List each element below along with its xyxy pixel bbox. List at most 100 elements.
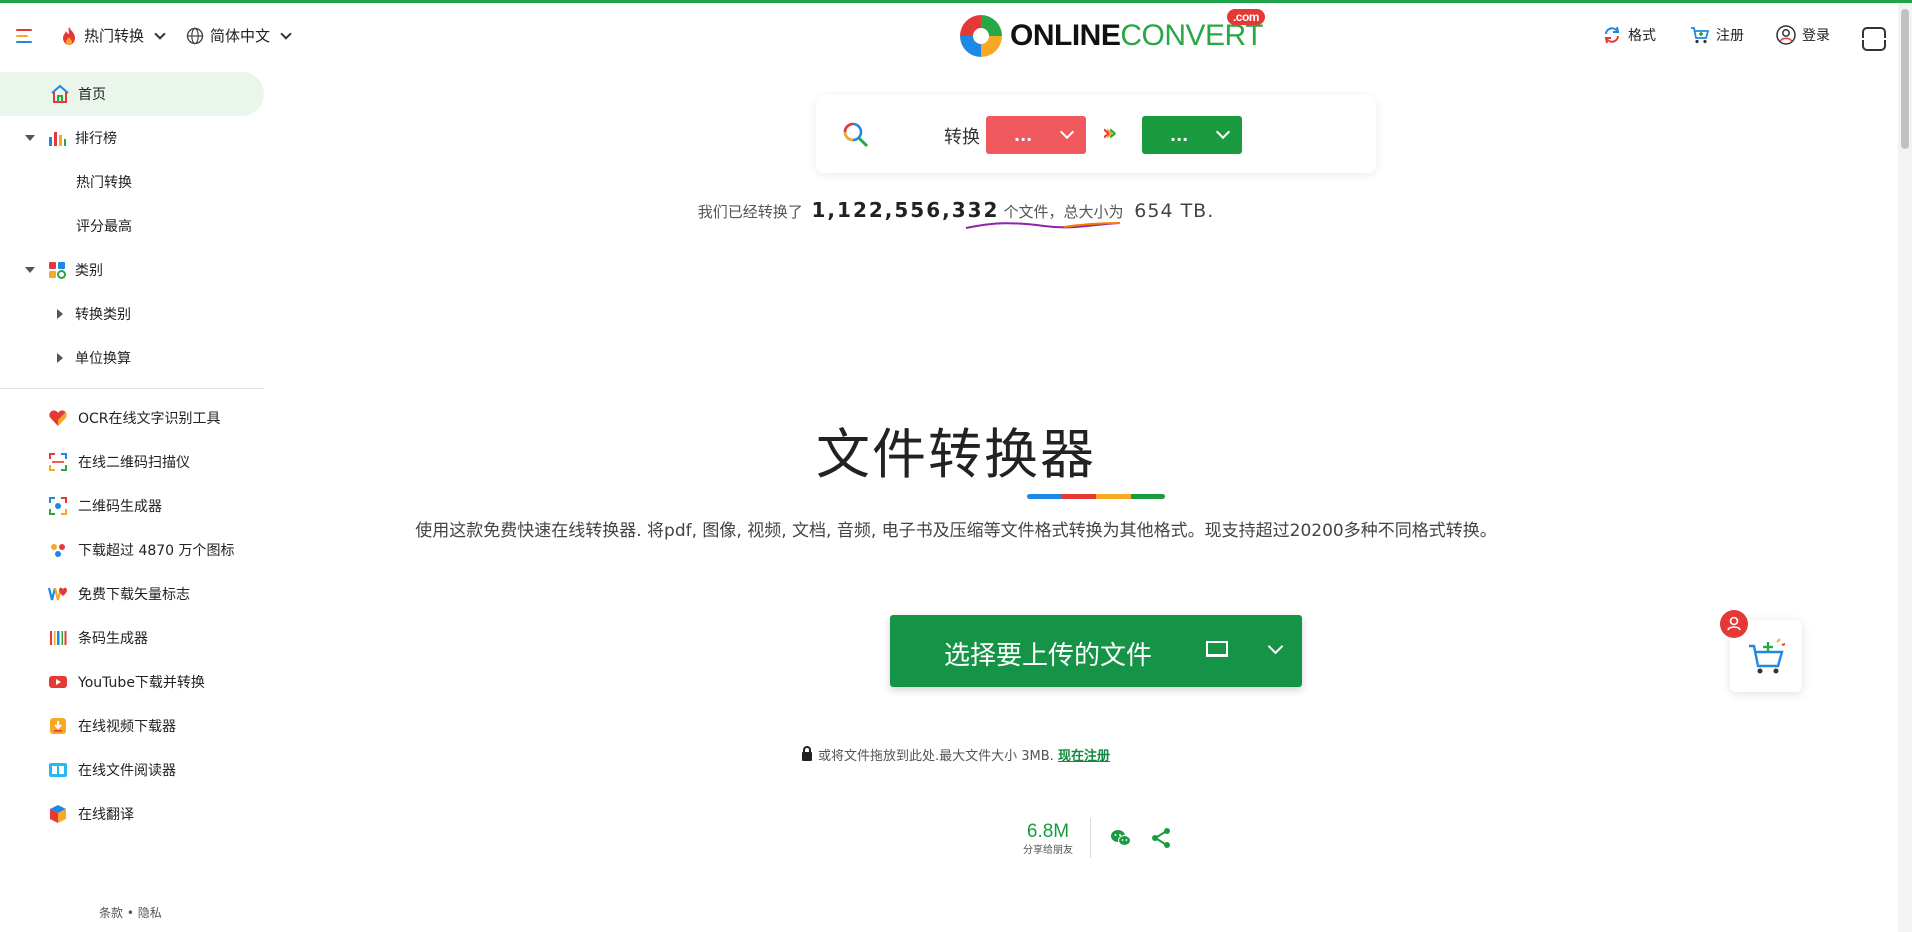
vector-logo-icon [48, 587, 67, 601]
dashboard-icon[interactable] [1860, 27, 1888, 51]
language-dropdown[interactable]: 简体中文 [186, 25, 292, 46]
page-title: 文件转换器 [816, 423, 1096, 486]
sidebar-divider [0, 388, 264, 389]
chevron-down-icon [1215, 124, 1231, 140]
squiggle-underline [965, 222, 1121, 229]
sidebar-item-convert-category[interactable]: 转换类别 [0, 292, 131, 336]
menu-icon[interactable] [16, 29, 34, 43]
site-logo[interactable]: ONLINECONVERT .com [958, 9, 1265, 61]
caret-right-icon [57, 353, 63, 363]
chevron-down-icon[interactable] [1267, 638, 1284, 655]
caret-down-icon [25, 267, 35, 273]
sidebar-tool-label: 下载超过 4870 万个图标 [78, 543, 235, 559]
stats-file-count: 1,122,556,332 [811, 198, 1000, 222]
device-icon[interactable] [1206, 641, 1228, 657]
chevron-down-icon [280, 27, 292, 40]
register-label: 注册 [1716, 28, 1744, 44]
translate-icon [50, 805, 66, 823]
logo-online-text: ONLINE [1010, 19, 1121, 52]
terms-privacy-links[interactable]: 条款 • 隐私 [99, 904, 162, 921]
logo-com-badge: .com [1226, 9, 1265, 25]
sidebar-item-label: 热门转换 [76, 175, 132, 191]
sidebar-tool-translate[interactable]: 在线翻译 [48, 796, 134, 832]
share-count-label: 分享给朋友 [1023, 844, 1073, 856]
sidebar-tool-barcode[interactable]: 条码生成器 [48, 620, 148, 656]
cart-icon [1691, 27, 1710, 44]
sidebar-item-unit-conversion[interactable]: 单位换算 [0, 336, 131, 380]
arrows-icon: ››› [1102, 121, 1117, 146]
cart-icon [1749, 638, 1786, 674]
sidebar-tool-label: 二维码生成器 [78, 499, 162, 515]
drop-note-text: 或将文件拖放到此处.最大文件大小 3MB. [818, 749, 1054, 764]
chevron-down-icon [1059, 124, 1075, 140]
sidebar-item-ranking[interactable]: 排行榜 [0, 116, 117, 160]
upload-file-button[interactable]: 选择要上传的文件 [890, 615, 1302, 687]
sidebar-tool-label: 免费下载矢量标志 [78, 587, 190, 603]
source-format-value: ... [1014, 125, 1033, 145]
sidebar-item-label: 首页 [78, 87, 106, 103]
sidebar-item-category[interactable]: 类别 [0, 248, 103, 292]
stats-middle: 个文件，总大小为 [1003, 203, 1124, 221]
target-format-value: ... [1170, 125, 1189, 145]
sidebar-item-label: 排行榜 [75, 131, 117, 147]
language-label: 简体中文 [210, 27, 271, 45]
target-format-select[interactable]: ... [1142, 116, 1242, 154]
sidebar-tool-label: 在线视频下载器 [78, 719, 176, 735]
sidebar-tool-vector-logos[interactable]: 免费下载矢量标志 [48, 576, 190, 612]
stats-prefix: 我们已经转换了 [697, 203, 803, 221]
user-badge[interactable] [1720, 610, 1748, 638]
logo-mark-icon [960, 15, 1002, 57]
qr-generator-icon [49, 497, 67, 515]
user-avatar-icon [1776, 25, 1796, 45]
sidebar-tool-label: YouTube下载并转换 [78, 675, 205, 691]
sidebar-tool-video-downloader[interactable]: 在线视频下载器 [48, 708, 176, 744]
share-bar: 6.8M 分享给朋友 [1020, 818, 1181, 858]
search-icon[interactable] [842, 121, 870, 149]
formats-label: 格式 [1628, 28, 1656, 44]
formats-link[interactable]: 格式 [1602, 25, 1656, 45]
wechat-icon[interactable] [1109, 826, 1133, 850]
video-download-icon [50, 718, 66, 734]
register-now-link[interactable]: 现在注册 [1058, 749, 1110, 764]
upload-label: 选择要上传的文件 [944, 641, 1153, 671]
chevron-down-icon [154, 27, 166, 40]
youtube-icon [49, 676, 67, 688]
register-link[interactable]: 注册 [1690, 25, 1744, 45]
source-format-select[interactable]: ... [986, 116, 1086, 154]
login-label: 登录 [1802, 28, 1830, 44]
page-description: 使用这款免费快速在线转换器. 将pdf, 图像, 视频, 文档, 音频, 电子书… [415, 521, 1497, 541]
login-link[interactable]: 登录 [1776, 25, 1830, 45]
sidebar-item-label: 转换类别 [75, 307, 131, 323]
share-count-value: 6.8M [1026, 820, 1070, 842]
sidebar-item-label: 单位换算 [75, 351, 131, 367]
home-icon [51, 84, 69, 103]
scrollbar-thumb[interactable] [1901, 9, 1909, 149]
drop-note: 或将文件拖放到此处.最大文件大小 3MB. 现在注册 [0, 745, 1912, 764]
user-icon [1727, 616, 1741, 631]
share-icon[interactable] [1149, 826, 1173, 850]
category-icon [49, 262, 66, 279]
barcode-icon [50, 631, 67, 645]
sidebar-item-home[interactable]: 首页 [0, 72, 264, 116]
convert-label: 转换 [944, 127, 980, 148]
caret-right-icon [57, 309, 63, 319]
sidebar-tool-youtube[interactable]: YouTube下载并转换 [48, 664, 205, 700]
sidebar-tool-label: 在线翻译 [78, 807, 134, 823]
globe-icon [186, 27, 204, 44]
top-header: 热门转换 简体中文 ONLINECONVERT .com 格式 注册 登录 [0, 3, 1912, 67]
hot-convert-label: 热门转换 [84, 27, 145, 45]
sidebar-item-label: 类别 [75, 263, 103, 279]
fire-icon [63, 26, 75, 45]
bar-chart-icon [49, 132, 66, 146]
title-color-bar [1027, 494, 1165, 499]
share-count: 6.8M 分享给朋友 [1020, 821, 1076, 856]
stats-total-size: 654 TB. [1134, 200, 1215, 222]
sidebar-tool-label: 条码生成器 [78, 631, 148, 647]
caret-down-icon [25, 135, 35, 141]
convert-arrows-icon [1604, 26, 1620, 44]
share-divider [1090, 818, 1091, 858]
conversion-stats: 我们已经转换了 1,122,556,332 个文件，总大小为 654 TB. [0, 198, 1912, 222]
lock-icon [802, 746, 813, 761]
icons-download-icon [51, 544, 65, 557]
hot-convert-dropdown[interactable]: 热门转换 [60, 25, 166, 46]
